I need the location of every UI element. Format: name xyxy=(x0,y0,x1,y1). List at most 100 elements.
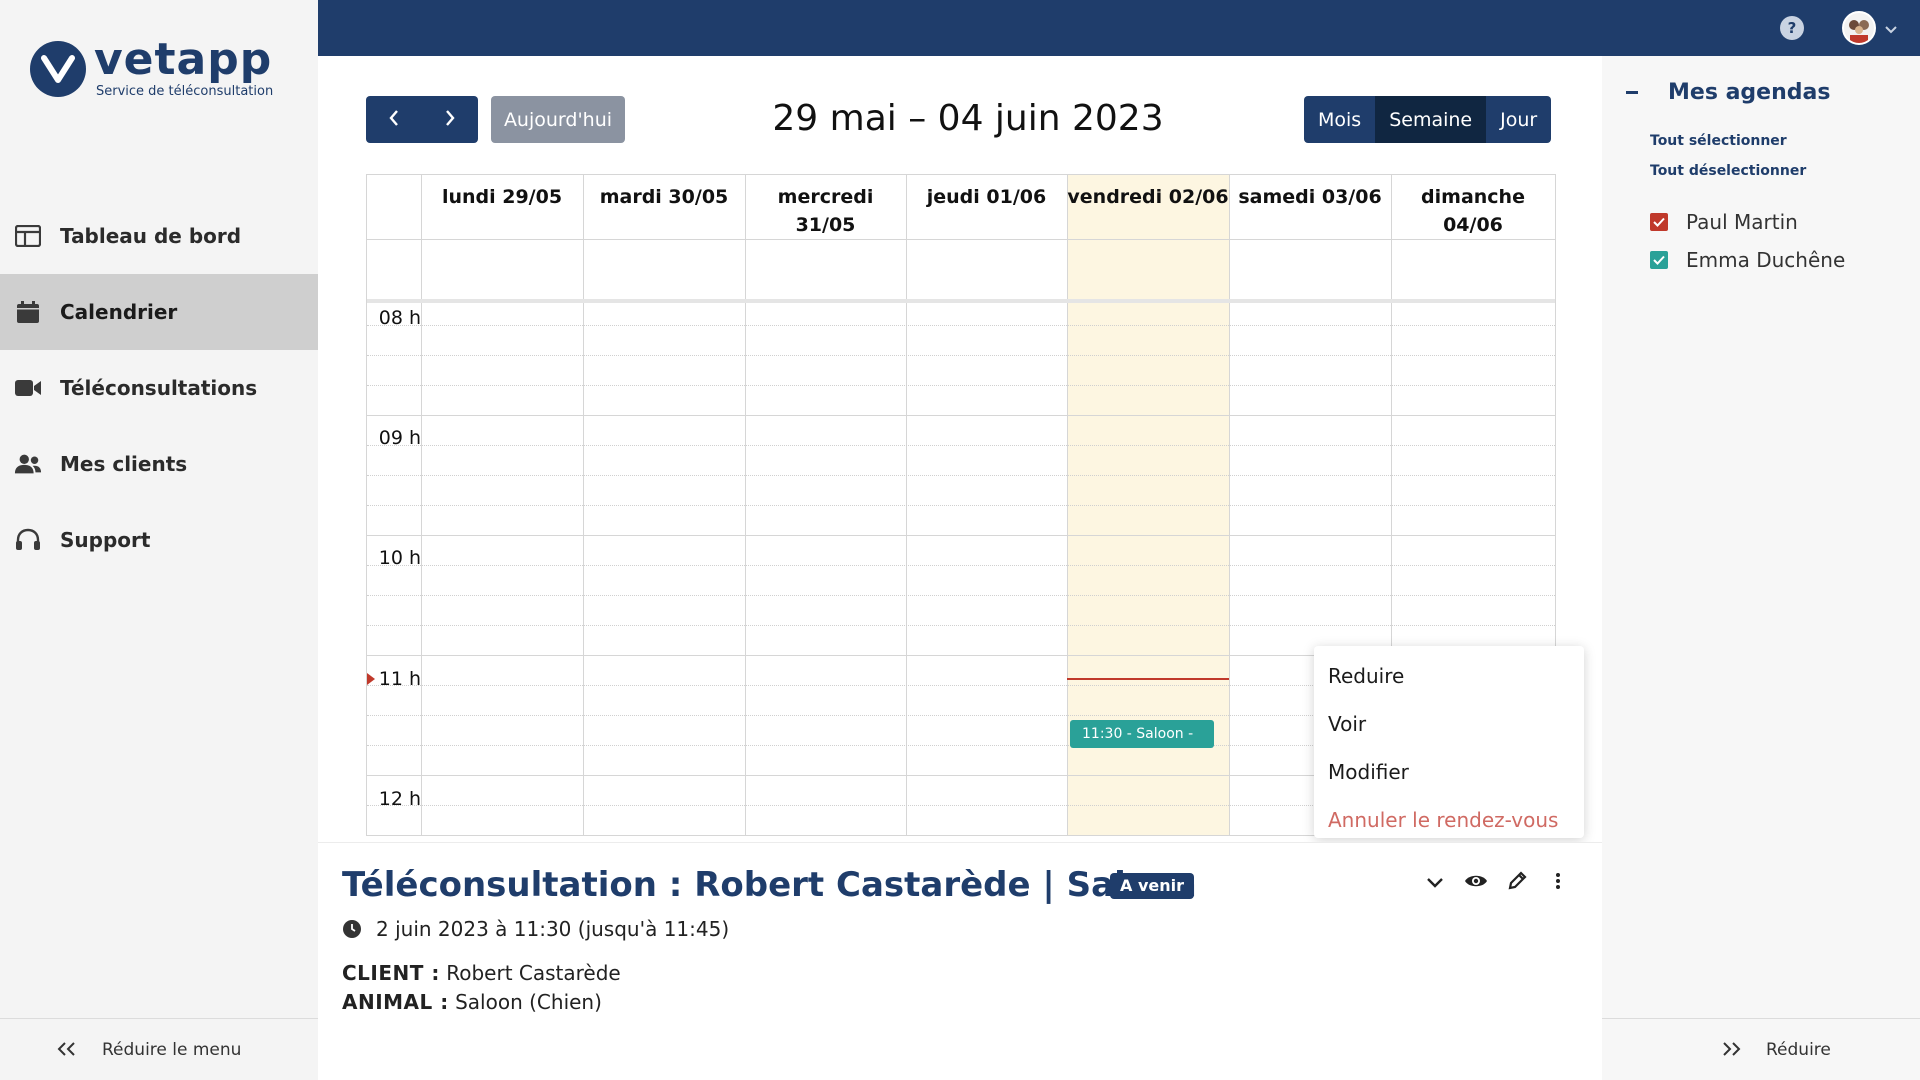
event-actions xyxy=(1414,865,1578,901)
menu-item-view[interactable]: Voir xyxy=(1314,700,1584,748)
chevron-down-icon xyxy=(1426,874,1444,893)
dashboard-icon xyxy=(14,222,42,250)
hour-label: 09 h xyxy=(378,427,421,449)
sidebar-item-clients[interactable]: Mes clients xyxy=(0,426,318,502)
more-options-button[interactable] xyxy=(1537,865,1578,901)
checkbox-checked-icon[interactable] xyxy=(1650,251,1668,269)
day-header-monday: lundi 29/05 xyxy=(441,186,563,208)
client-row: CLIENT : Robert Castarède xyxy=(342,961,621,985)
hour-label: 12 h xyxy=(378,788,421,810)
today-button[interactable]: Aujourd'hui xyxy=(491,96,625,143)
chevron-right-icon xyxy=(444,109,456,131)
quarter-line xyxy=(367,625,1555,626)
view-switcher: Mois Semaine Jour xyxy=(1304,96,1552,143)
menu-item-cancel-appointment[interactable]: Annuler le rendez-vous xyxy=(1314,796,1584,844)
quarter-line xyxy=(367,385,1555,386)
status-badge: A venir xyxy=(1110,873,1194,899)
calendar-event[interactable]: 11:30 - Saloon - xyxy=(1070,720,1214,748)
eye-icon xyxy=(1464,873,1488,893)
event-context-menu: Reduire Voir Modifier Annuler le rendez-… xyxy=(1314,646,1584,838)
sidebar-item-support[interactable]: Support xyxy=(0,502,318,578)
sidebar: vetapp Service de téléconsultation Table… xyxy=(0,0,318,1080)
view-month-button[interactable]: Mois xyxy=(1304,96,1376,143)
event-datetime-text: 2 juin 2023 à 11:30 (jusqu'à 11:45) xyxy=(376,917,730,941)
agenda-item-paul-martin[interactable]: Paul Martin xyxy=(1650,210,1798,234)
collapse-panel-button[interactable]: Réduire xyxy=(1602,1018,1920,1080)
quarter-line xyxy=(367,355,1555,356)
animal-row: ANIMAL : Saloon (Chien) xyxy=(342,990,602,1014)
calendar-icon xyxy=(14,298,42,326)
current-time-line xyxy=(1067,678,1229,680)
collapse-menu-label: Réduire le menu xyxy=(102,1039,242,1060)
view-week-button[interactable]: Semaine xyxy=(1375,96,1487,143)
collapse-details-button[interactable] xyxy=(1414,865,1455,901)
menu-item-collapse[interactable]: Reduire xyxy=(1314,652,1584,700)
week-nav xyxy=(366,96,478,143)
deselect-all-link[interactable]: Tout déselectionner xyxy=(1650,163,1806,179)
day-header-friday: vendredi 02/06 xyxy=(1067,186,1229,208)
menu-item-edit[interactable]: Modifier xyxy=(1314,748,1584,796)
sidebar-item-label: Support xyxy=(60,528,151,552)
day-header-sunday: dimanche 04/06 xyxy=(1421,186,1525,236)
chevron-left-icon xyxy=(388,109,400,131)
brand-name: vetapp xyxy=(94,34,273,85)
select-all-link[interactable]: Tout sélectionner xyxy=(1650,133,1787,149)
sidebar-item-label: Tableau de bord xyxy=(60,224,242,248)
clock-icon xyxy=(342,919,362,939)
chevron-down-icon[interactable] xyxy=(1884,20,1898,39)
avatar[interactable] xyxy=(1842,11,1876,45)
logo-v-icon xyxy=(30,40,86,97)
minus-icon xyxy=(1626,91,1638,94)
hour-line xyxy=(367,415,1555,416)
agenda-name: Paul Martin xyxy=(1686,210,1798,234)
double-chevron-left-icon xyxy=(56,1038,78,1062)
quarter-line xyxy=(367,565,1555,566)
agendas-title: Mes agendas xyxy=(1668,80,1831,105)
event-title: Téléconsultation : Robert Castarède | Sa… xyxy=(342,865,1197,905)
help-icon[interactable]: ? xyxy=(1780,16,1804,40)
hour-label: 08 h xyxy=(378,307,421,329)
brand-tagline: Service de téléconsultation xyxy=(96,84,274,99)
collapse-panel-label: Réduire xyxy=(1766,1039,1831,1060)
quarter-line xyxy=(367,595,1555,596)
quarter-line xyxy=(367,505,1555,506)
event-datetime: 2 juin 2023 à 11:30 (jusqu'à 11:45) xyxy=(342,917,729,941)
quarter-line xyxy=(367,325,1555,326)
client-label: CLIENT : xyxy=(342,961,440,985)
sidebar-nav: Tableau de bord Calendrier Téléconsultat… xyxy=(0,198,318,578)
agenda-name: Emma Duchêne xyxy=(1686,248,1846,272)
double-chevron-right-icon xyxy=(1720,1038,1742,1062)
sidebar-item-calendar[interactable]: Calendrier xyxy=(0,274,318,350)
brand-logo[interactable]: vetapp Service de téléconsultation xyxy=(30,38,273,99)
users-icon xyxy=(14,450,42,478)
hour-line xyxy=(367,535,1555,536)
header-separator xyxy=(367,239,1555,240)
hour-label: 10 h xyxy=(378,547,421,569)
animal-label: ANIMAL : xyxy=(342,990,449,1014)
checkbox-checked-icon[interactable] xyxy=(1650,213,1668,231)
sidebar-item-teleconsultations[interactable]: Téléconsultations xyxy=(0,350,318,426)
agendas-panel: Mes agendas Tout sélectionner Tout désel… xyxy=(1602,56,1920,1080)
agenda-item-emma-duchene[interactable]: Emma Duchêne xyxy=(1650,248,1845,272)
edit-event-button[interactable] xyxy=(1496,865,1537,901)
current-time-marker xyxy=(367,673,375,685)
day-header-thursday: jeudi 01/06 xyxy=(926,186,1047,208)
prev-week-button[interactable] xyxy=(366,96,422,143)
view-event-button[interactable] xyxy=(1455,865,1496,901)
animal-value: Saloon (Chien) xyxy=(455,990,602,1014)
agendas-header[interactable]: Mes agendas xyxy=(1626,80,1830,105)
sidebar-item-dashboard[interactable]: Tableau de bord xyxy=(0,198,318,274)
quarter-line xyxy=(367,475,1555,476)
pencil-icon xyxy=(1507,871,1527,895)
collapse-menu-button[interactable]: Réduire le menu xyxy=(0,1018,318,1080)
view-day-button[interactable]: Jour xyxy=(1486,96,1552,143)
hour-label: 11 h xyxy=(378,668,421,690)
top-bar: ? xyxy=(318,0,1920,56)
next-week-button[interactable] xyxy=(422,96,478,143)
sidebar-item-label: Calendrier xyxy=(60,300,178,324)
event-details-panel: Téléconsultation : Robert Castarède | Sa… xyxy=(318,842,1602,1080)
more-vertical-icon xyxy=(1555,872,1561,894)
day-header-wednesday: mercredi 31/05 xyxy=(777,186,874,236)
day-header-saturday: samedi 03/06 xyxy=(1238,186,1382,208)
date-range-title: 29 mai – 04 juin 2023 xyxy=(772,98,1164,139)
